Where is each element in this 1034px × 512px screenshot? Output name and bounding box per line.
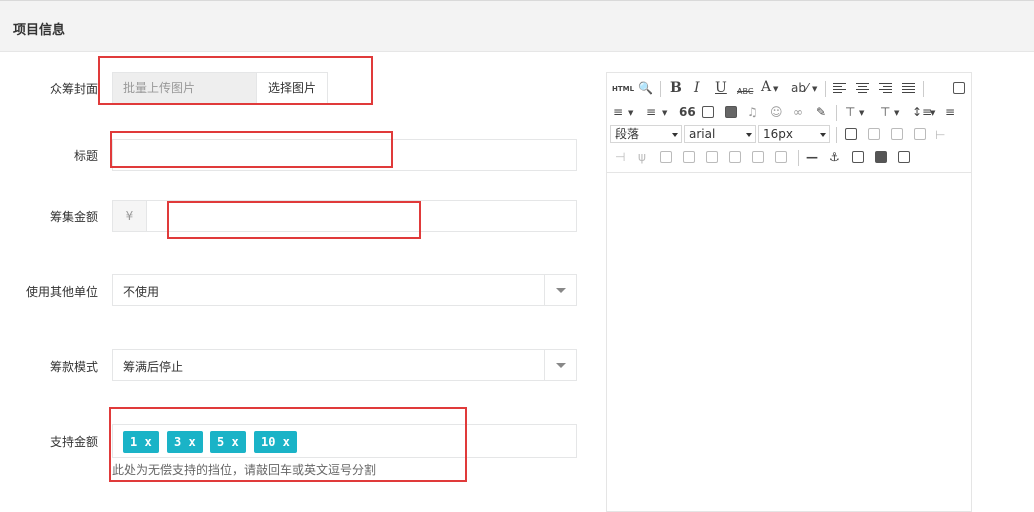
bold-icon[interactable]: B: [670, 80, 682, 96]
font-size-select-value: 16px: [763, 127, 793, 141]
highlight-box-title: [110, 131, 393, 168]
strikethrough-icon[interactable]: ABC: [737, 84, 753, 100]
align-left-icon[interactable]: [833, 83, 846, 94]
toolbar-separator: [923, 81, 924, 97]
cover-label: 众筹封面: [49, 82, 98, 96]
music-icon[interactable]: ♫: [747, 104, 758, 120]
highlight-box-amount: [167, 201, 421, 239]
toolbar-separator: [798, 150, 799, 166]
split-cols-icon[interactable]: [729, 151, 741, 163]
toolbar-separator: [660, 81, 661, 97]
merge-down-icon[interactable]: [683, 151, 695, 163]
indent-icon[interactable]: ≡: [945, 104, 955, 120]
delete-table-icon[interactable]: [752, 151, 764, 163]
highlight-icon[interactable]: ab⁄: [791, 80, 808, 96]
print-icon[interactable]: [875, 151, 887, 163]
table-icon[interactable]: [845, 128, 857, 140]
chevron-down-icon: [556, 363, 566, 368]
unit-select-toggle[interactable]: [544, 275, 576, 305]
delete-row-icon[interactable]: [914, 128, 926, 140]
preview-icon[interactable]: [953, 82, 965, 94]
amount-label: 筹集金额: [49, 210, 98, 224]
chevron-down-icon: [746, 133, 752, 137]
highlight-box-cover: [98, 56, 373, 105]
mode-select-toggle[interactable]: [544, 350, 576, 380]
paste-icon[interactable]: [898, 151, 910, 163]
font-family-select[interactable]: arial: [684, 125, 756, 143]
editor-content-area[interactable]: [607, 172, 971, 512]
currency-addon: ¥: [112, 200, 147, 232]
video-icon[interactable]: [725, 106, 737, 118]
unit-select-value: 不使用: [123, 285, 160, 299]
anchor-icon[interactable]: ⚓: [829, 149, 840, 165]
split-rows-icon[interactable]: [706, 151, 718, 163]
horizontal-rule-icon[interactable]: —: [806, 149, 818, 165]
insert-col-icon[interactable]: [891, 128, 903, 140]
rich-text-editor[interactable]: HTML 🔍 B I U ABC A ▼ ab⁄ ▼ ≡ ▼ ≡ ▼ 66 ♫ …: [606, 72, 972, 512]
paragraph-spacing-icon[interactable]: ⊤: [880, 104, 890, 120]
panel-title: 项目信息: [13, 23, 66, 38]
search-replace-icon[interactable]: 🔍: [638, 80, 653, 96]
ordered-list-icon[interactable]: ≡: [613, 104, 623, 120]
paragraph-select[interactable]: 段落: [610, 125, 682, 143]
delete-col-icon[interactable]: ⊢: [935, 127, 945, 143]
italic-icon[interactable]: I: [694, 80, 700, 96]
chevron-down-icon[interactable]: ▼: [662, 105, 667, 121]
support-label: 支持金额: [49, 435, 98, 449]
font-size-select[interactable]: 16px: [758, 125, 830, 143]
toolbar-separator: [836, 105, 837, 121]
align-center-icon[interactable]: [856, 83, 869, 94]
mode-select-value: 筹满后停止: [123, 360, 184, 374]
chevron-down-icon[interactable]: ▼: [812, 81, 817, 97]
merge-cells-icon[interactable]: ⊣: [615, 149, 625, 165]
chevron-down-icon[interactable]: ▼: [894, 105, 899, 121]
row-spacing-icon[interactable]: ⊤: [845, 104, 855, 120]
font-family-select-value: arial: [689, 127, 716, 141]
title-label: 标题: [73, 149, 98, 163]
split-cells-icon[interactable]: ψ: [638, 149, 646, 165]
toolbar-separator: [836, 127, 837, 143]
unordered-list-icon[interactable]: ≡: [646, 104, 656, 120]
paragraph-select-value: 段落: [615, 127, 640, 141]
source-icon[interactable]: HTML: [612, 81, 634, 97]
chevron-down-icon[interactable]: ▼: [628, 105, 633, 121]
chevron-down-icon: [556, 288, 566, 293]
unit-select[interactable]: 不使用: [112, 274, 577, 306]
mode-label: 筹款模式: [49, 360, 98, 374]
image-icon[interactable]: [702, 106, 714, 118]
table-props-icon[interactable]: [775, 151, 787, 163]
chevron-down-icon: [820, 133, 826, 137]
chevron-down-icon: [672, 133, 678, 137]
chevron-down-icon[interactable]: ▼: [930, 105, 935, 121]
merge-right-icon[interactable]: [660, 151, 672, 163]
font-color-icon[interactable]: A: [761, 79, 771, 95]
emoji-icon[interactable]: ☺: [770, 104, 783, 120]
pagebreak-icon[interactable]: [852, 151, 864, 163]
insert-row-icon[interactable]: [868, 128, 880, 140]
link-icon[interactable]: ∞: [793, 104, 803, 120]
blockquote-icon[interactable]: 66: [679, 104, 696, 120]
align-right-icon[interactable]: [879, 83, 892, 94]
justify-icon[interactable]: [902, 83, 915, 94]
chevron-down-icon[interactable]: ▼: [773, 81, 778, 97]
underline-icon[interactable]: U: [715, 80, 727, 96]
chevron-down-icon[interactable]: ▼: [859, 105, 864, 121]
toolbar-separator: [825, 81, 826, 97]
eraser-icon[interactable]: ✎: [816, 104, 826, 120]
mode-select[interactable]: 筹满后停止: [112, 349, 577, 381]
editor-toolbar: HTML 🔍 B I U ABC A ▼ ab⁄ ▼ ≡ ▼ ≡ ▼ 66 ♫ …: [607, 73, 971, 171]
panel-header: 项目信息: [0, 0, 1034, 52]
unit-label: 使用其他单位: [25, 285, 98, 299]
highlight-box-support: [109, 407, 467, 482]
